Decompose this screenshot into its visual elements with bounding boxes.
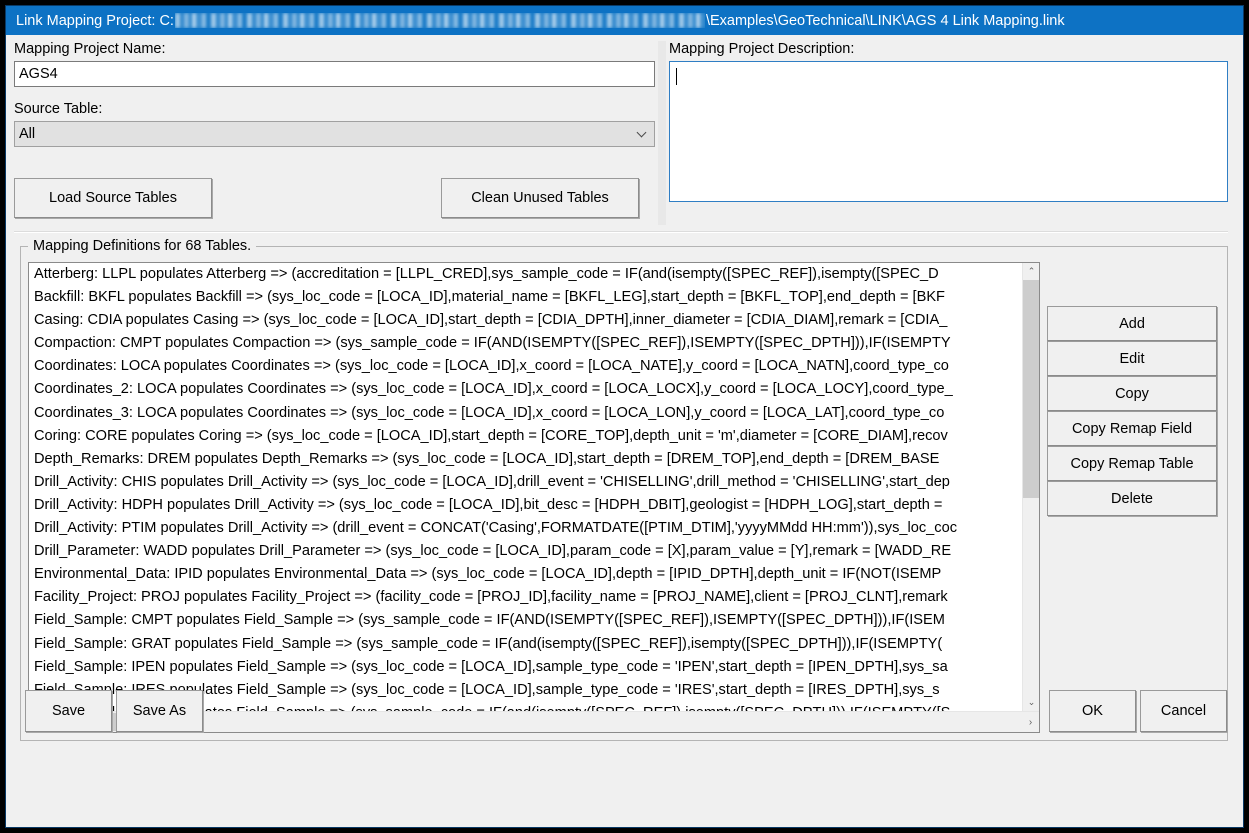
mapping-definition-row[interactable]: Coordinates_3: LOCA populates Coordinate… [29, 402, 1022, 425]
clean-unused-tables-button[interactable]: Clean Unused Tables [441, 178, 639, 218]
chevron-down-icon [638, 129, 647, 138]
panel-splitter[interactable] [658, 41, 666, 225]
window-titlebar: Link Mapping Project: C: \Examples\GeoTec… [6, 6, 1243, 35]
top-form-area: Mapping Project Name: Source Table: All … [6, 35, 1243, 230]
mapping-definition-row[interactable]: Compaction: CMPT populates Compaction =>… [29, 332, 1022, 355]
mapping-definition-row[interactable]: Coordinates_2: LOCA populates Coordinate… [29, 378, 1022, 401]
source-table-dropdown[interactable]: All [14, 121, 655, 147]
copy-remap-table-button[interactable]: Copy Remap Table [1047, 446, 1217, 481]
vertical-scrollbar-thumb[interactable] [1023, 280, 1039, 498]
mapping-definition-row[interactable]: Drill_Activity: PTIM populates Drill_Act… [29, 517, 1022, 540]
save-button[interactable]: Save [25, 690, 112, 732]
save-as-button-label: Save As [132, 703, 187, 719]
add-button[interactable]: Add [1047, 306, 1217, 341]
mapping-definition-row[interactable]: Drill_Activity: HDPH populates Drill_Act… [29, 494, 1022, 517]
mapping-definition-row[interactable]: Environmental_Data: IPID populates Envir… [29, 563, 1022, 586]
ok-button-label: OK [1082, 703, 1103, 719]
scroll-down-arrow-icon[interactable]: ⌄ [1023, 694, 1039, 711]
mapping-definition-row[interactable]: Backfill: BKFL populates Backfill => (sy… [29, 286, 1022, 309]
source-table-selected-value: All [19, 126, 36, 142]
text-caret [676, 68, 677, 85]
description-textarea[interactable] [669, 61, 1228, 202]
mapping-definition-row[interactable]: Drill_Activity: CHIS populates Drill_Act… [29, 471, 1022, 494]
description-label: Mapping Project Description: [669, 41, 855, 57]
mapping-definition-row[interactable]: Coordinates: LOCA populates Coordinates … [29, 355, 1022, 378]
listbox-vertical-scrollbar[interactable]: ⌃ ⌄ [1022, 263, 1039, 711]
copy-remap-table-button-label: Copy Remap Table [1070, 455, 1194, 472]
mapping-definition-row[interactable]: Atterberg: LLPL populates Atterberg => (… [29, 263, 1022, 286]
mapping-actions-button-group: Add Edit Copy Copy Remap Field Copy Remap Ta… [1047, 306, 1217, 516]
right-form-panel: Mapping Project Description: [669, 41, 1228, 225]
redacted-path-segment [174, 13, 705, 28]
mapping-definition-row[interactable]: Depth_Remarks: DREM populates Depth_Rema… [29, 448, 1022, 471]
ok-button[interactable]: OK [1049, 690, 1136, 732]
load-source-tables-label: Load Source Tables [49, 190, 177, 206]
copy-button[interactable]: Copy [1047, 376, 1217, 411]
mapping-definition-row[interactable]: Facility_Project: PROJ populates Facilit… [29, 586, 1022, 609]
edit-button-label: Edit [1119, 350, 1145, 367]
copy-remap-field-button[interactable]: Copy Remap Field [1047, 411, 1217, 446]
mapping-definition-row[interactable]: Field_Sample: CMPT populates Field_Sampl… [29, 609, 1022, 632]
mapping-definition-row[interactable]: Drill_Parameter: WADD populates Drill_Pa… [29, 540, 1022, 563]
cancel-button-label: Cancel [1160, 703, 1207, 719]
source-table-label: Source Table: [14, 101, 103, 117]
scroll-up-arrow-icon[interactable]: ⌃ [1023, 263, 1039, 280]
delete-button[interactable]: Delete [1047, 481, 1217, 516]
delete-button-label: Delete [1111, 490, 1153, 507]
mapping-definition-row[interactable]: Coring: CORE populates Coring => (sys_lo… [29, 425, 1022, 448]
window-title-suffix: \Examples\GeoTechnical\LINK\AGS 4 Link M… [705, 12, 1065, 29]
clean-unused-tables-label: Clean Unused Tables [471, 190, 609, 206]
copy-remap-field-button-label: Copy Remap Field [1071, 420, 1193, 437]
edit-button[interactable]: Edit [1047, 341, 1217, 376]
load-source-tables-button[interactable]: Load Source Tables [14, 178, 212, 218]
mapping-definition-row[interactable]: Field_Sample: IPEN populates Field_Sampl… [29, 656, 1022, 679]
save-as-button[interactable]: Save As [116, 690, 203, 732]
scroll-right-arrow-icon[interactable]: › [1022, 712, 1039, 732]
save-button-label: Save [51, 703, 86, 719]
add-button-label: Add [1119, 315, 1145, 332]
mapping-definition-row[interactable]: Field_Sample: GRAT populates Field_Sampl… [29, 633, 1022, 656]
section-divider [14, 231, 1228, 233]
project-name-label: Mapping Project Name: [14, 41, 166, 57]
link-mapping-project-window: Link Mapping Project: C: \Examples\GeoTec… [5, 5, 1244, 828]
mapping-definition-row[interactable]: Casing: CDIA populates Casing => (sys_lo… [29, 309, 1022, 332]
left-form-panel: Mapping Project Name: Source Table: All … [14, 41, 655, 225]
window-client-area: Mapping Project Name: Source Table: All … [6, 35, 1243, 827]
copy-button-label: Copy [1115, 385, 1149, 402]
mapping-definitions-rows: Atterberg: LLPL populates Atterberg => (… [29, 263, 1022, 711]
window-title-prefix: Link Mapping Project: C: [16, 12, 174, 29]
mapping-definitions-legend: Mapping Definitions for 68 Tables. [28, 238, 257, 254]
cancel-button[interactable]: Cancel [1140, 690, 1227, 732]
project-name-input[interactable] [14, 61, 655, 87]
mapping-definitions-listbox[interactable]: Atterberg: LLPL populates Atterberg => (… [28, 262, 1040, 733]
